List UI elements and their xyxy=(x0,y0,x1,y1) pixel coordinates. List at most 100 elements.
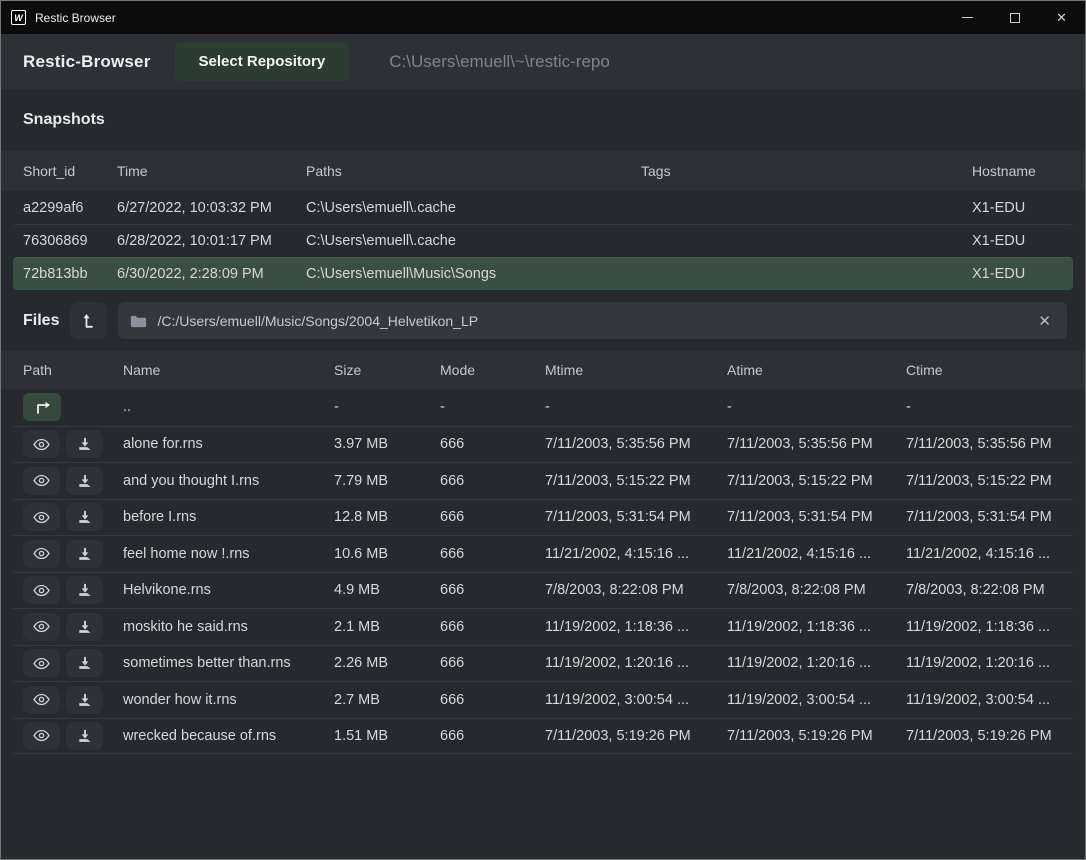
eye-icon xyxy=(33,511,50,524)
preview-file-button[interactable] xyxy=(23,649,60,677)
clear-path-button[interactable]: ✕ xyxy=(1032,310,1057,332)
file-ctime: 7/11/2003, 5:31:54 PM xyxy=(906,509,1073,525)
file-actions xyxy=(23,649,123,677)
maximize-button[interactable] xyxy=(991,1,1038,34)
download-file-button[interactable] xyxy=(66,613,103,641)
preview-file-button[interactable] xyxy=(23,540,60,568)
parent-dir-button[interactable] xyxy=(23,393,61,421)
preview-file-button[interactable] xyxy=(23,467,60,495)
snapshot-row[interactable]: 72b813bb6/30/2022, 2:28:09 PMC:\Users\em… xyxy=(13,257,1073,290)
snapshot-short-id: 72b813bb xyxy=(23,266,117,282)
file-name: moskito he said.rns xyxy=(123,619,334,635)
file-row: before I.rns12.8 MB6667/11/2003, 5:31:54… xyxy=(13,499,1073,536)
snapshot-short-id: 76306869 xyxy=(23,233,117,249)
close-icon: ✕ xyxy=(1056,10,1067,26)
snapshots-title: Snapshots xyxy=(23,111,105,129)
close-button[interactable]: ✕ xyxy=(1038,1,1085,34)
download-file-button[interactable] xyxy=(66,540,103,568)
files-column-headers: Path Name Size Mode Mtime Atime Ctime xyxy=(1,351,1085,389)
file-name: sometimes better than.rns xyxy=(123,655,334,671)
file-row: wrecked because of.rns1.51 MB6667/11/200… xyxy=(13,718,1073,755)
select-repository-button[interactable]: Select Repository xyxy=(175,42,350,81)
file-mode: 666 xyxy=(440,655,545,671)
download-icon xyxy=(78,583,92,597)
repo-path-input[interactable]: C:\Users\emuell\~\restic-repo xyxy=(389,52,1063,72)
file-size: - xyxy=(334,399,440,415)
file-mtime: 7/11/2003, 5:35:56 PM xyxy=(545,436,727,452)
col-ctime: Ctime xyxy=(906,362,1073,378)
file-size: 2.1 MB xyxy=(334,619,440,635)
download-file-button[interactable] xyxy=(66,722,103,750)
file-actions xyxy=(23,540,123,568)
file-atime: 7/11/2003, 5:31:54 PM xyxy=(727,509,906,525)
minimize-icon xyxy=(962,17,973,18)
titlebar: W Restic Browser ✕ xyxy=(1,1,1085,34)
file-ctime: 11/19/2002, 1:20:16 ... xyxy=(906,655,1073,671)
file-mtime: 7/8/2003, 8:22:08 PM xyxy=(545,582,727,598)
download-icon xyxy=(78,656,92,670)
file-mtime: - xyxy=(545,399,727,415)
file-row: sometimes better than.rns2.26 MB66611/19… xyxy=(13,645,1073,682)
preview-file-button[interactable] xyxy=(23,503,60,531)
preview-file-button[interactable] xyxy=(23,430,60,458)
snapshot-row[interactable]: a2299af66/27/2022, 10:03:32 PMC:\Users\e… xyxy=(13,191,1073,224)
file-mtime: 11/19/2002, 1:18:36 ... xyxy=(545,619,727,635)
app-header: Restic-Browser Select Repository C:\User… xyxy=(1,34,1085,89)
eye-icon xyxy=(33,657,50,670)
snapshots-column-headers: Short_id Time Paths Tags Hostname xyxy=(1,151,1085,191)
file-mode: 666 xyxy=(440,619,545,635)
download-file-button[interactable] xyxy=(66,503,103,531)
file-atime: 7/11/2003, 5:19:26 PM xyxy=(727,728,906,744)
download-icon xyxy=(78,729,92,743)
file-mode: 666 xyxy=(440,728,545,744)
file-ctime: 7/11/2003, 5:35:56 PM xyxy=(906,436,1073,452)
file-mode: 666 xyxy=(440,436,545,452)
level-up-button[interactable] xyxy=(70,302,107,339)
file-name: wonder how it.rns xyxy=(123,692,334,708)
file-row: alone for.rns3.97 MB6667/11/2003, 5:35:5… xyxy=(13,426,1073,463)
file-mode: 666 xyxy=(440,692,545,708)
col-mode: Mode xyxy=(440,362,545,378)
eye-icon xyxy=(33,547,50,560)
eye-icon xyxy=(33,438,50,451)
col-name: Name xyxy=(123,362,334,378)
snapshot-paths: C:\Users\emuell\.cache xyxy=(306,233,641,249)
eye-icon xyxy=(33,584,50,597)
col-hostname: Hostname xyxy=(972,163,1073,179)
download-file-button[interactable] xyxy=(66,467,103,495)
file-size: 3.97 MB xyxy=(334,436,440,452)
file-mtime: 7/11/2003, 5:19:26 PM xyxy=(545,728,727,744)
file-size: 1.51 MB xyxy=(334,728,440,744)
file-mode: 666 xyxy=(440,473,545,489)
file-row: moskito he said.rns2.1 MB66611/19/2002, … xyxy=(13,608,1073,645)
preview-file-button[interactable] xyxy=(23,613,60,641)
parent-dir-icon xyxy=(34,401,51,414)
download-file-button[interactable] xyxy=(66,686,103,714)
file-actions xyxy=(23,613,123,641)
file-atime: 7/11/2003, 5:35:56 PM xyxy=(727,436,906,452)
file-name: before I.rns xyxy=(123,509,334,525)
col-atime: Atime xyxy=(727,362,906,378)
snapshot-hostname: X1-EDU xyxy=(972,233,1073,249)
col-short-id: Short_id xyxy=(23,163,117,179)
preview-file-button[interactable] xyxy=(23,576,60,604)
download-file-button[interactable] xyxy=(66,576,103,604)
snapshot-row[interactable]: 763068696/28/2022, 10:01:17 PMC:\Users\e… xyxy=(13,224,1073,257)
window-title: Restic Browser xyxy=(35,11,116,25)
download-file-button[interactable] xyxy=(66,430,103,458)
col-time: Time xyxy=(117,163,306,179)
file-ctime: 11/19/2002, 3:00:54 ... xyxy=(906,692,1073,708)
current-path-text: /C:/Users/emuell/Music/Songs/2004_Helvet… xyxy=(157,313,1022,329)
preview-file-button[interactable] xyxy=(23,686,60,714)
clear-path-icon: ✕ xyxy=(1038,313,1051,330)
file-name: alone for.rns xyxy=(123,436,334,452)
snapshot-time: 6/30/2022, 2:28:09 PM xyxy=(117,266,306,282)
preview-file-button[interactable] xyxy=(23,722,60,750)
minimize-button[interactable] xyxy=(944,1,991,34)
file-name: .. xyxy=(123,399,334,415)
window-controls: ✕ xyxy=(944,1,1085,34)
file-size: 4.9 MB xyxy=(334,582,440,598)
eye-icon xyxy=(33,474,50,487)
file-ctime: 7/8/2003, 8:22:08 PM xyxy=(906,582,1073,598)
download-file-button[interactable] xyxy=(66,649,103,677)
